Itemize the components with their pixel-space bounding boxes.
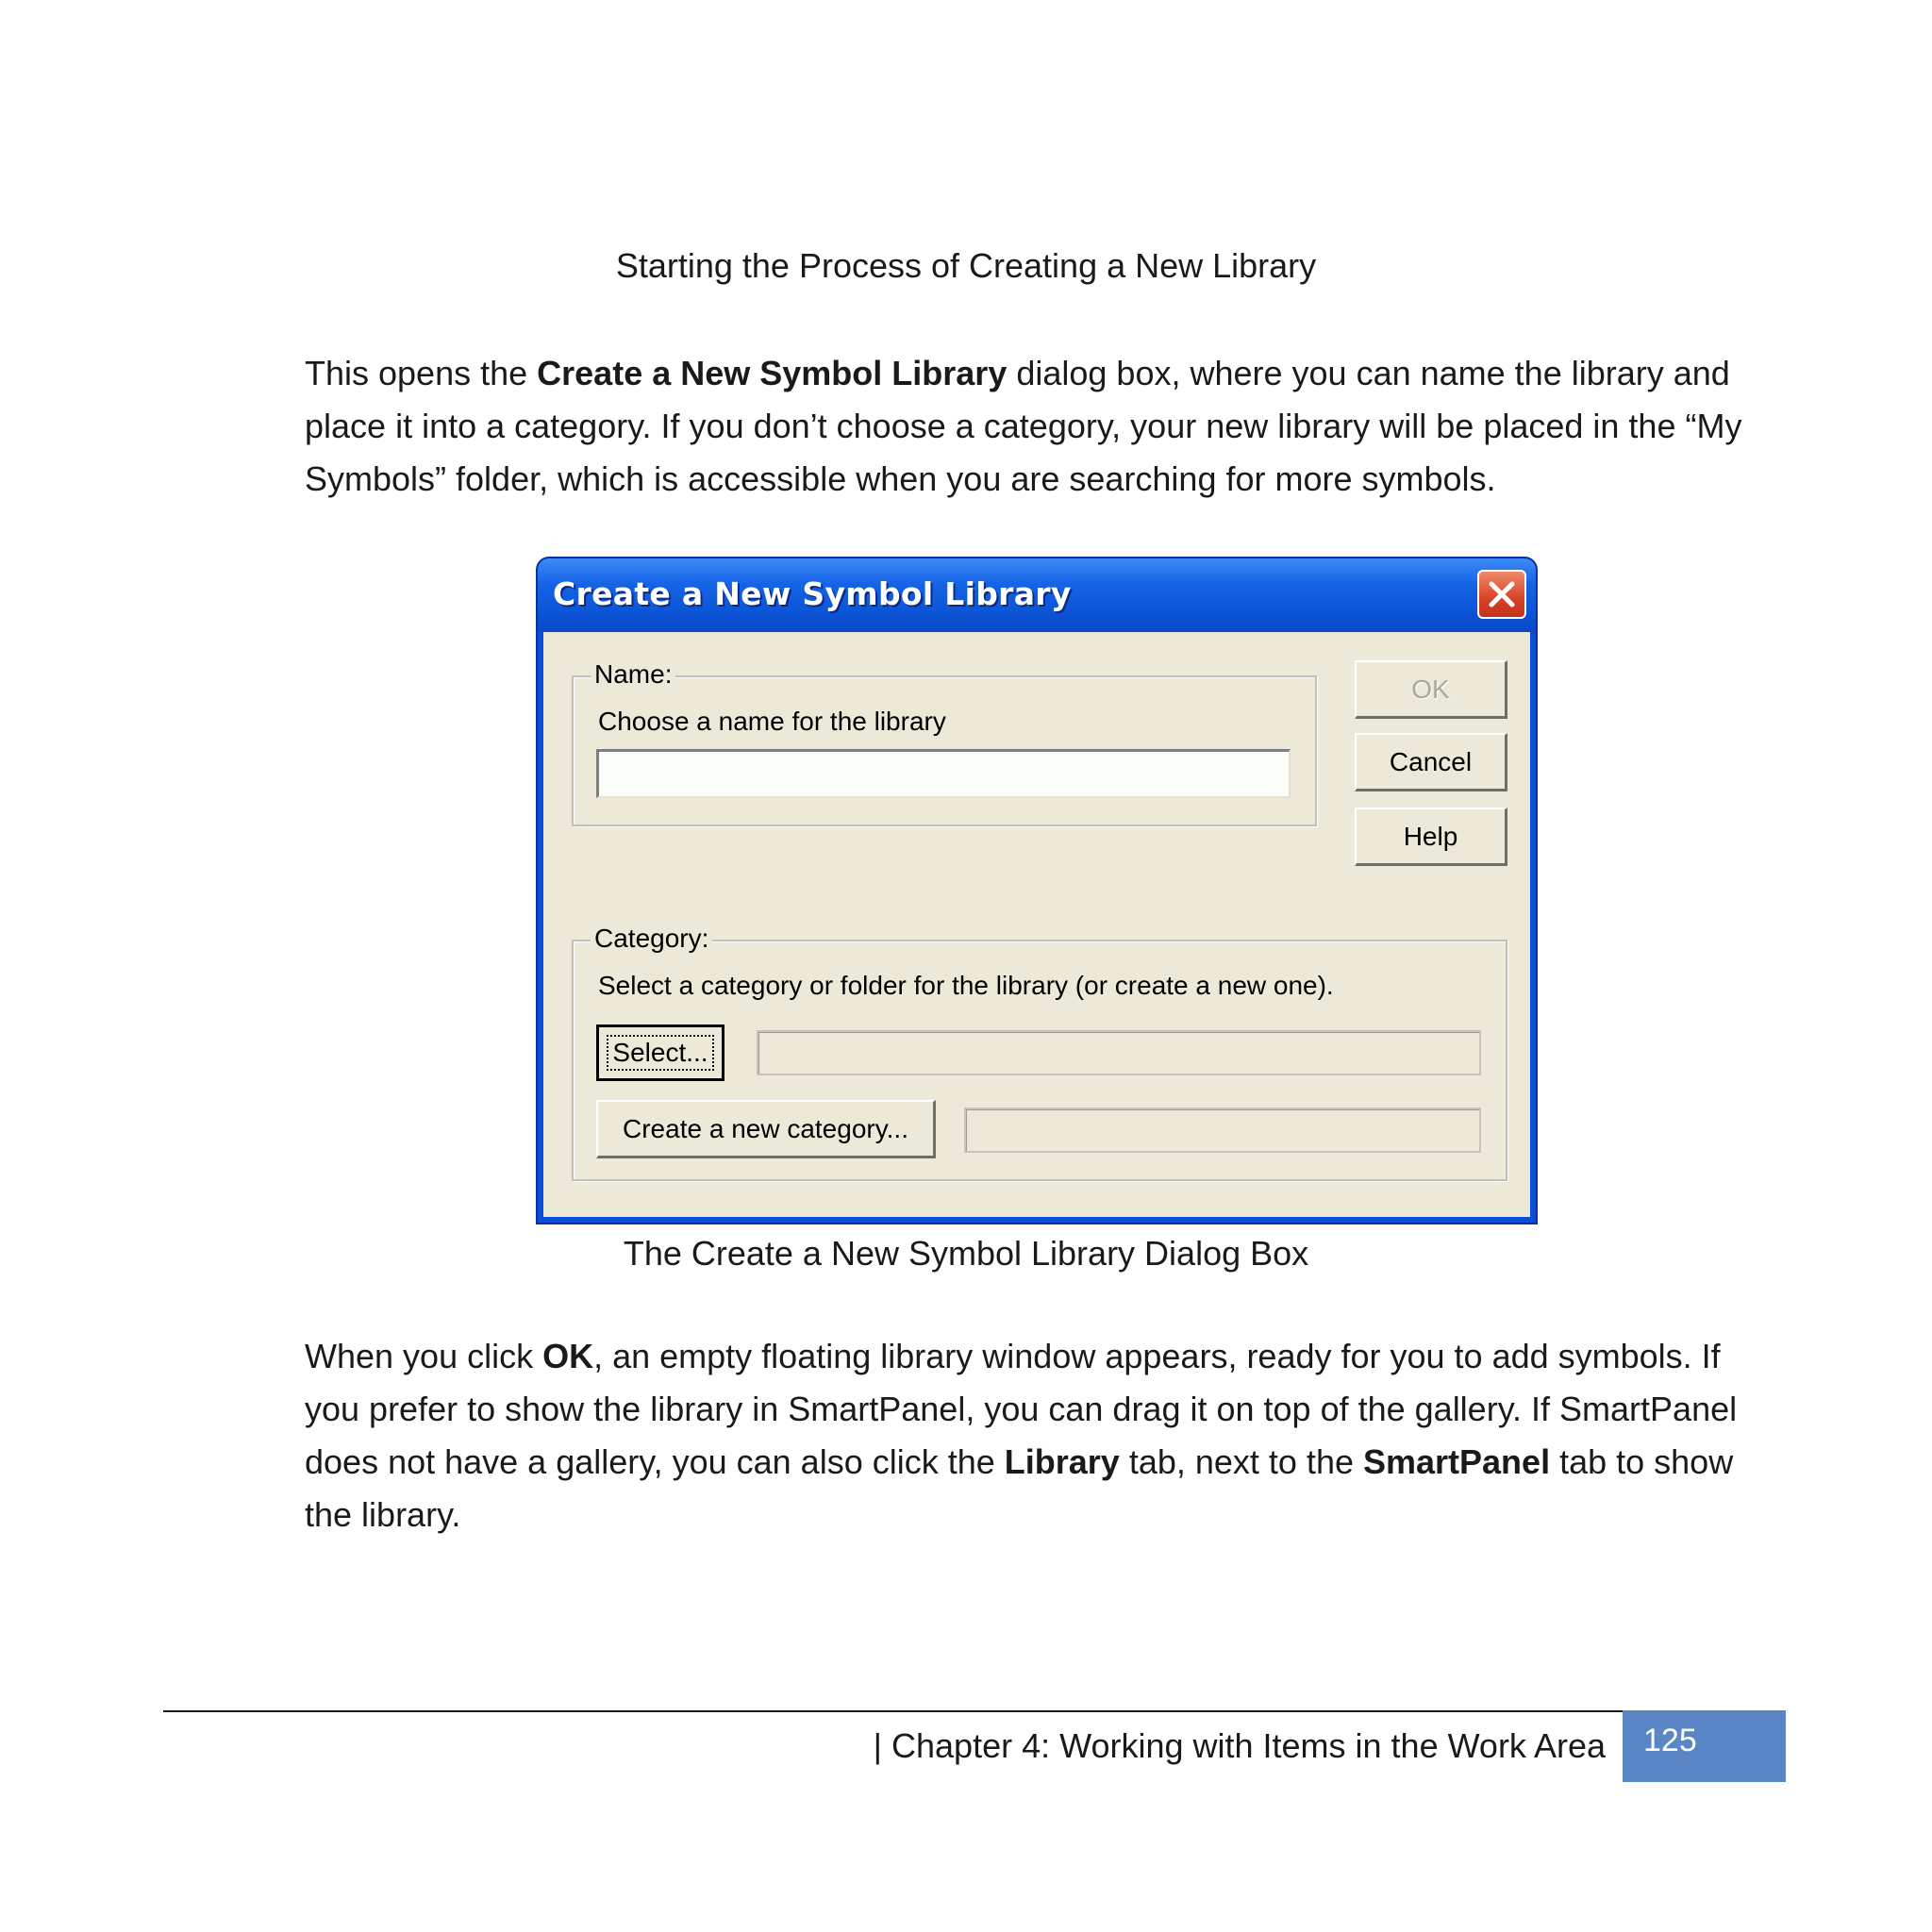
name-legend: Name: — [591, 658, 676, 691]
para2-bold-smartpanel: SmartPanel — [1362, 1442, 1551, 1481]
page-number: 125 — [1643, 1723, 1697, 1758]
para2-bold-ok: OK — [542, 1337, 594, 1375]
page-number-box: 125 — [1623, 1710, 1786, 1782]
para2-bold-library: Library — [1004, 1442, 1120, 1481]
select-category-label: Select... — [607, 1035, 714, 1071]
intro-paragraph: This opens the Create a New Symbol Libra… — [305, 347, 1776, 506]
figure-caption: The Create a New Symbol Library Dialog B… — [623, 1234, 1309, 1273]
name-groupbox: Name: Choose a name for the library — [572, 658, 1317, 826]
new-category-field — [964, 1108, 1481, 1153]
cancel-button[interactable]: Cancel — [1355, 733, 1507, 791]
para2-text-3: tab, next to the — [1119, 1442, 1363, 1481]
dialog-titlebar[interactable]: Create a New Symbol Library — [538, 558, 1536, 632]
dialog-client-area: Name: Choose a name for the library OK C… — [543, 632, 1530, 1217]
library-name-input[interactable] — [596, 749, 1291, 798]
footer-chapter: | Chapter 4: Working with Items in the W… — [873, 1726, 1606, 1765]
ok-paragraph: When you click OK, an empty floating lib… — [305, 1330, 1776, 1541]
dialog-title: Create a New Symbol Library — [553, 575, 1072, 612]
figure-title: Starting the Process of Creating a New L… — [615, 246, 1317, 285]
para1-bold-dialog-name: Create a New Symbol Library — [537, 354, 1008, 392]
create-category-button[interactable]: Create a new category... — [596, 1100, 936, 1158]
footer-rule — [163, 1710, 1626, 1712]
name-instruction: Choose a name for the library — [598, 707, 946, 736]
close-button[interactable] — [1477, 570, 1526, 619]
category-instruction: Select a category or folder for the libr… — [598, 971, 1334, 1000]
category-groupbox: Category: Select a category or folder fo… — [572, 923, 1507, 1181]
para1-text-1: This opens the — [305, 354, 538, 392]
create-symbol-library-dialog: Create a New Symbol Library Name: Choose… — [536, 557, 1538, 1224]
para2-text-1: When you click — [305, 1337, 543, 1375]
select-category-button[interactable]: Select... — [596, 1024, 724, 1081]
ok-button[interactable]: OK — [1355, 660, 1507, 719]
help-button[interactable]: Help — [1355, 808, 1507, 866]
close-icon — [1489, 581, 1515, 608]
selected-category-field — [757, 1030, 1481, 1075]
category-legend: Category: — [591, 923, 713, 955]
